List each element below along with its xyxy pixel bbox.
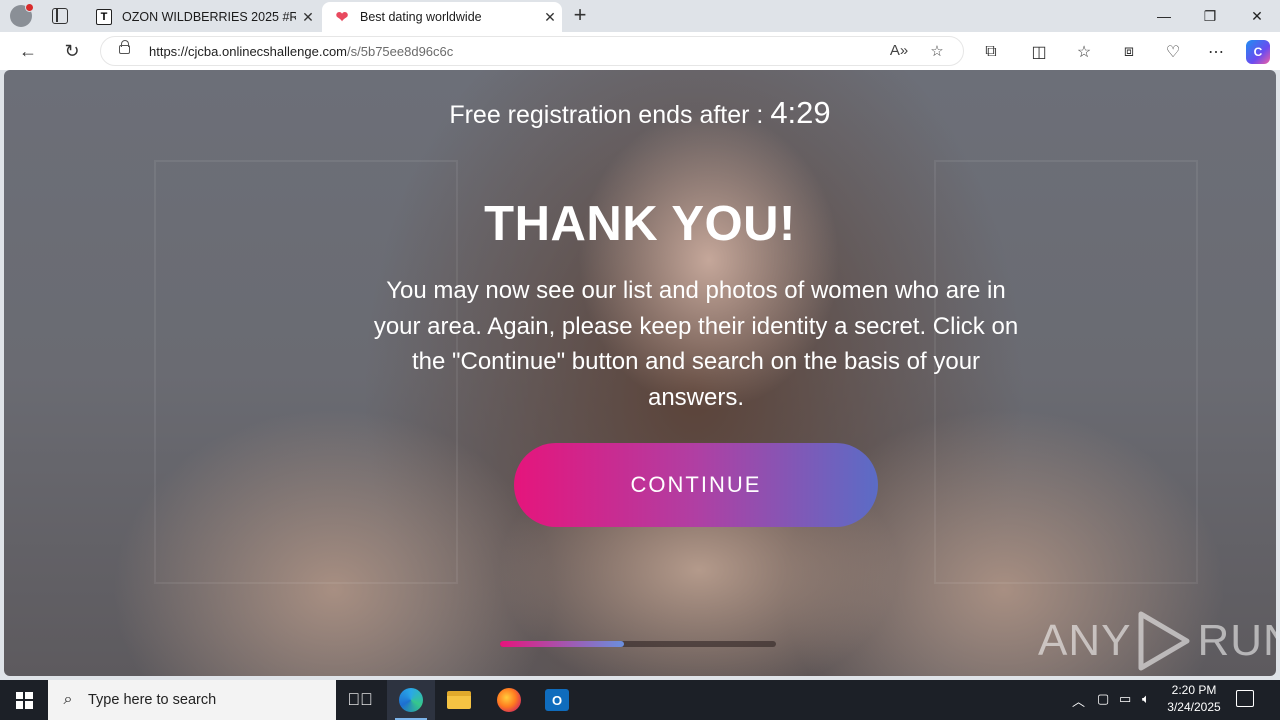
progress-fill: [500, 641, 625, 647]
close-window-icon[interactable]: ✕: [1234, 0, 1280, 32]
device-icon[interactable]: ▢: [1097, 691, 1109, 707]
timer-label: Free registration ends after :: [449, 101, 771, 129]
lock-icon[interactable]: [119, 40, 130, 54]
continue-button[interactable]: CONTINUE: [514, 443, 878, 527]
tab-ozon[interactable]: T OZON WILDBERRIES 2025 #RVATI ✕: [84, 2, 320, 32]
play-triangle-icon: [1138, 611, 1190, 671]
progress-bar: [500, 641, 776, 647]
tab-title: Best dating worldwide: [360, 10, 482, 24]
edge-taskbar-button[interactable]: [387, 680, 435, 720]
tab-title: OZON WILDBERRIES 2025 #RVATI: [122, 10, 296, 24]
outlook-button[interactable]: O: [533, 680, 581, 720]
split-screen-icon[interactable]: ◫: [1027, 40, 1051, 64]
tab-strip: T OZON WILDBERRIES 2025 #RVATI ✕ ❤ Best …: [0, 0, 1280, 32]
search-placeholder: Type here to search: [88, 692, 217, 708]
web-content: Free registration ends after : 4:29 THAN…: [4, 70, 1276, 676]
task-view-icon[interactable]: ▯⃒: [336, 680, 384, 720]
new-tab-plus-icon[interactable]: +: [568, 4, 592, 28]
clock-date: 3/24/2025: [1167, 700, 1221, 714]
heart-icon: ❤: [335, 9, 349, 26]
tab-favicon-t-icon: T: [96, 9, 112, 25]
favorite-star-icon[interactable]: ☆: [927, 42, 947, 62]
network-icon[interactable]: ▭: [1119, 691, 1131, 707]
notifications-icon[interactable]: [1236, 690, 1254, 707]
extensions-icon[interactable]: ⧉: [979, 40, 1003, 64]
firefox-icon: [497, 688, 521, 712]
tab-close-icon[interactable]: ✕: [296, 9, 320, 26]
taskbar-search[interactable]: ⌕ Type here to search: [48, 680, 336, 720]
volume-icon[interactable]: 🔈︎: [1142, 691, 1150, 707]
read-aloud-icon[interactable]: A»: [889, 42, 909, 62]
system-clock[interactable]: 2:20 PM 3/24/2025: [1162, 682, 1226, 716]
clock-time: 2:20 PM: [1171, 683, 1217, 697]
refresh-icon[interactable]: ↻: [60, 39, 84, 63]
page-title: THANK YOU!: [484, 197, 796, 251]
collections-icon[interactable]: ⧈: [1117, 40, 1141, 64]
url-text[interactable]: https://cjcba.onlinecshallenge.com/s/5b7…: [149, 44, 453, 59]
search-icon: ⌕: [63, 691, 73, 708]
taskbar: ⌕ Type here to search ▯⃒ O ︿ ▢ ▭ 🔈︎ 2:20…: [0, 680, 1280, 720]
copilot-icon[interactable]: C: [1246, 40, 1270, 64]
timer-value: 4:29: [770, 95, 831, 130]
tab-actions-icon[interactable]: [52, 8, 68, 24]
more-menu-icon[interactable]: ⋯: [1204, 40, 1228, 64]
windows-logo-icon: [15, 691, 33, 709]
edge-icon: [399, 688, 423, 712]
registration-timer: Free registration ends after : 4:29: [4, 95, 1276, 131]
minimize-icon[interactable]: —: [1141, 0, 1187, 32]
start-button[interactable]: [0, 680, 48, 720]
profile-avatar-icon[interactable]: [10, 3, 34, 27]
restore-icon[interactable]: ❐: [1187, 0, 1233, 32]
message-text: You may now see our list and photos of w…: [373, 277, 1019, 411]
anyrun-watermark: ANY RUN: [1038, 610, 1276, 672]
tab-dating[interactable]: ❤ Best dating worldwide ✕: [322, 2, 562, 32]
tab-close-icon[interactable]: ✕: [538, 9, 562, 26]
back-arrow-icon[interactable]: ←: [16, 39, 40, 63]
folder-icon: [447, 691, 471, 709]
file-explorer-button[interactable]: [435, 680, 483, 720]
outlook-icon: O: [545, 689, 569, 711]
show-hidden-icons-chevron-icon[interactable]: ︿: [1072, 691, 1085, 710]
address-bar[interactable]: https://cjcba.onlinecshallenge.com/s/5b7…: [100, 36, 964, 66]
firefox-button[interactable]: [485, 680, 533, 720]
browser-essentials-icon[interactable]: ♡: [1161, 40, 1185, 64]
favorites-icon[interactable]: ☆: [1072, 40, 1096, 64]
